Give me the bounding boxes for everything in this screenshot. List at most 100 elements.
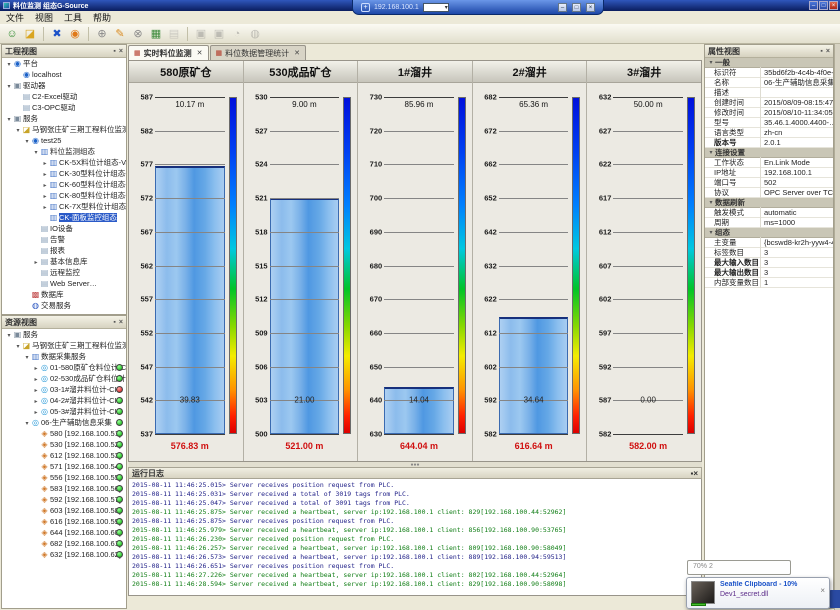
expander-icon[interactable]: ▸ (32, 397, 40, 406)
tree-item[interactable]: ◈616 [192.168.100.59]· (2, 516, 126, 527)
rdp-close-button[interactable]: × (586, 3, 595, 12)
property-value[interactable]: 3 (761, 268, 833, 277)
expander-icon[interactable]: ▾ (23, 353, 31, 362)
property-value[interactable]: 502 (761, 178, 833, 187)
expander-icon[interactable]: ▾ (23, 419, 31, 428)
user-connect-icon[interactable]: ☺ (4, 26, 20, 42)
property-value[interactable]: ms=1000 (761, 218, 833, 227)
tree-item[interactable]: ◈632 [192.168.100.62]· (2, 549, 126, 560)
rdp-restore-button[interactable]: □ (572, 3, 581, 12)
tree-item[interactable]: ▸◎01-580原矿仓料位计-CK· (2, 362, 126, 373)
collapse-icon[interactable]: ▾ (707, 199, 715, 206)
tree-item[interactable]: ▾◎06-生产辅助信息采集 (2, 417, 126, 428)
tree-item[interactable]: ▸◎05-3#溜井料位计-CK· (2, 406, 126, 417)
property-value[interactable]: 3 (761, 248, 833, 257)
tree-item[interactable]: ▤远程监控 (2, 267, 126, 278)
float-panel-icon[interactable]: ▪ (113, 319, 115, 326)
close-panel-icon[interactable]: × (693, 469, 698, 478)
rdp-combo[interactable]: ▾ (423, 3, 449, 12)
close-panel-icon[interactable]: × (119, 319, 123, 326)
expander-icon[interactable]: ▸ (41, 203, 49, 212)
expander-icon[interactable]: ▸ (41, 159, 49, 168)
tab-close-icon[interactable]: ✕ (294, 49, 300, 57)
tree-item[interactable]: ▸▥CK-30型料位计组态-Var· (2, 168, 126, 179)
tree-item[interactable]: ▾◉平台 (2, 58, 126, 69)
float-panel-icon[interactable]: ▪ (820, 48, 822, 55)
property-row[interactable]: 内部变量数目1 (705, 278, 833, 288)
expander-icon[interactable]: ▾ (5, 331, 13, 340)
tree-item[interactable]: ▸▤基本信息库 (2, 256, 126, 267)
expander-icon[interactable]: ▾ (14, 126, 22, 135)
notification-close-icon[interactable]: × (820, 586, 825, 595)
tree-item[interactable]: ◈583 [192.168.100.56]· (2, 483, 126, 494)
property-value[interactable]: 2.0.1 (761, 138, 833, 147)
tree-item[interactable]: ▾▥料位监测组态 (2, 146, 126, 157)
tree-item[interactable]: ▤告警 (2, 234, 126, 245)
menu-文件[interactable]: 文件 (6, 11, 24, 24)
property-value[interactable]: 1 (761, 278, 833, 287)
menu-工具[interactable]: 工具 (64, 11, 82, 24)
tree-item[interactable]: ◈580 [192.168.100.51]· (2, 428, 126, 439)
collapse-icon[interactable]: ▾ (707, 229, 715, 236)
tree-item[interactable]: ◈612 [192.168.100.53]· (2, 450, 126, 461)
tree-item[interactable]: ◈556 [192.168.100.55]· (2, 472, 126, 483)
tree-item[interactable]: ◈592 [192.168.100.57]· (2, 494, 126, 505)
tree-item[interactable]: ▾▣驱动器 (2, 80, 126, 91)
expander-icon[interactable]: ▾ (32, 148, 40, 157)
open-folder-icon[interactable]: ◪ (22, 26, 38, 42)
tree-item[interactable]: ▩数据库 (2, 289, 126, 300)
tree-item[interactable]: ▾▣服务 (2, 329, 126, 340)
disconnect-icon[interactable]: ✖ (49, 26, 65, 42)
tree-item[interactable]: ▸▥CK-5X料位计组态-Var· (2, 157, 126, 168)
tree-item[interactable]: ◈682 [192.168.100.61]· (2, 538, 126, 549)
expander-icon[interactable]: ▸ (41, 170, 49, 179)
tag-table-icon[interactable]: ▦ (148, 26, 164, 42)
property-value[interactable]: automatic (761, 208, 833, 217)
tree-item[interactable]: ▤Web Server… (2, 278, 126, 289)
expander-icon[interactable]: ▾ (5, 60, 13, 69)
alarm-bell-icon[interactable]: ◉ (67, 26, 83, 42)
tree-item[interactable]: ▾▣服务 (2, 113, 126, 124)
collapse-icon[interactable]: ▾ (707, 59, 715, 66)
expander-icon[interactable]: ▾ (5, 115, 13, 124)
tree-item[interactable]: ▾▥数据采集服务 (2, 351, 126, 362)
float-panel-icon[interactable]: ▪ (113, 48, 115, 55)
edit-icon[interactable]: ✎ (112, 26, 128, 42)
tree-item[interactable]: ▸◎02-530成品矿仓料位计· (2, 373, 126, 384)
expander-icon[interactable]: ▸ (32, 364, 40, 373)
add-icon[interactable]: ⊕ (94, 26, 110, 42)
close-panel-icon[interactable]: × (119, 48, 123, 55)
expander-icon[interactable]: ▸ (32, 386, 40, 395)
property-value[interactable]: 3 (761, 258, 833, 267)
tree-item[interactable]: ▾◪马钢张庄矿三期工程料位监测系统· (2, 124, 126, 135)
property-value[interactable]: {bcswd8-kr2h-yyw4-43… (761, 238, 833, 247)
tree-item[interactable]: ◈603 [192.168.100.58]· (2, 505, 126, 516)
tree-item[interactable]: ▸◎03-1#溜井料位计-CK· (2, 384, 126, 395)
property-value[interactable]: zh-cn (761, 128, 833, 137)
log-output[interactable]: 2015-08-11 11:46:25.015> Server receives… (128, 479, 702, 596)
expander-icon[interactable]: ▸ (41, 181, 49, 190)
property-value[interactable]: 35bd6f2b-4c4b-4f0e-bf5c-46… (761, 68, 833, 77)
minimize-button[interactable]: – (809, 1, 818, 10)
property-value[interactable]: 06-生产辅助信息采集 (761, 77, 833, 88)
property-value[interactable]: OPC Server over TCP (761, 188, 833, 197)
close-button[interactable]: × (829, 1, 838, 10)
expander-icon[interactable]: ▾ (5, 82, 13, 91)
tab-close-icon[interactable]: ✕ (197, 49, 203, 57)
property-value[interactable]: 2015/08/09-08:15:47… (761, 98, 833, 107)
tree-item[interactable]: ▤C3-OPC驱动 (2, 102, 126, 113)
property-value[interactable]: 192.168.100.1 (761, 168, 833, 177)
tree-item[interactable]: ◍交易服务 (2, 300, 126, 311)
expander-icon[interactable]: ▾ (23, 137, 31, 146)
tree-item[interactable]: ◈571 [192.168.100.54]· (2, 461, 126, 472)
delete-icon[interactable]: ⊗ (130, 26, 146, 42)
tree-item[interactable]: ◈644 [192.168.100.60]· (2, 527, 126, 538)
property-value[interactable]: En.Link Mode (761, 158, 833, 167)
tree-item[interactable]: ▸▥CK-80型料位计组态-Var· (2, 190, 126, 201)
property-value[interactable]: 35.46.1.4000.4400-… (761, 118, 833, 127)
expander-icon[interactable]: ▸ (32, 375, 40, 384)
tree-item[interactable]: ▾◉test25 (2, 135, 126, 146)
tab-料位数据管理统计[interactable]: ▦料位数据管理统计✕ (210, 45, 307, 60)
rdp-minimize-button[interactable]: – (558, 3, 567, 12)
tree-item[interactable]: ◈530 [192.168.100.52]· (2, 439, 126, 450)
